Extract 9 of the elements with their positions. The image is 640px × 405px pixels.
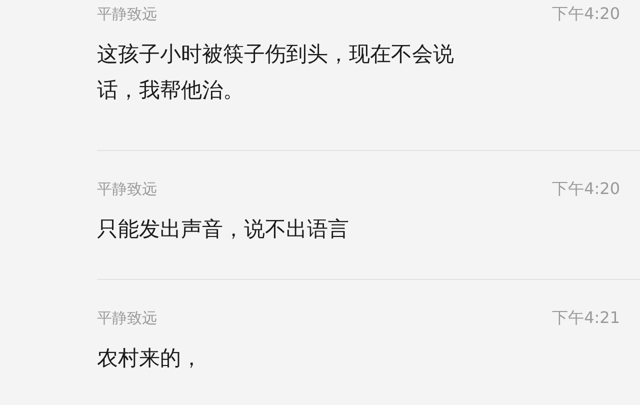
message-text: 这孩子小时被筷子伤到头，现在不会说话，我帮他治。 xyxy=(97,41,455,104)
sender-name: 平静致远 xyxy=(97,308,157,328)
message-time: 下午4:20 xyxy=(552,4,620,24)
message-text: 只能发出声音，说不出语言 xyxy=(97,216,350,243)
message-time: 下午4:20 xyxy=(552,178,620,200)
sender-name: 平静致远 xyxy=(97,4,157,24)
message-time: 下午4:21 xyxy=(552,308,620,328)
sender-name: 平静致远 xyxy=(97,180,157,198)
message-text: 农村来的， xyxy=(97,345,203,372)
